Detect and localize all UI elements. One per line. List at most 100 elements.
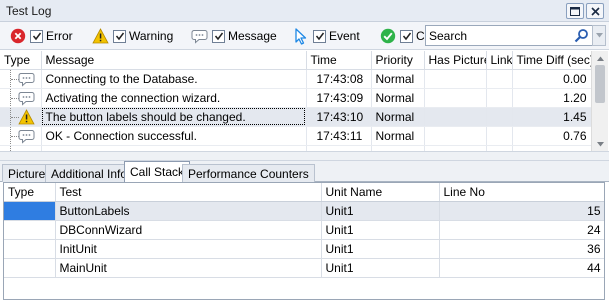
log-priority: Normal <box>371 69 425 89</box>
message-icon <box>191 28 208 45</box>
log-grid: Type Message Time Priority Has Picture L… <box>0 51 591 151</box>
column-header-type[interactable]: Type <box>4 183 56 202</box>
log-row[interactable]: Activating the connection wizard. 17:43:… <box>0 88 591 108</box>
call-stack-header-row: Type Test Unit Name Line No <box>4 183 604 202</box>
close-button[interactable] <box>586 3 604 19</box>
warning-icon <box>18 109 35 126</box>
call-stack-type <box>4 201 56 221</box>
tab-picture[interactable]: Picture <box>2 164 52 182</box>
scrollbar-thumb[interactable] <box>595 65 605 103</box>
maximize-icon <box>570 6 580 16</box>
event-checkbox[interactable] <box>313 29 326 43</box>
log-link <box>486 126 513 146</box>
log-has-picture <box>424 69 487 89</box>
filter-warning[interactable]: Warning <box>92 27 173 45</box>
log-vertical-scrollbar[interactable] <box>591 51 608 151</box>
log-row-selected[interactable]: The button labels should be changed. 17:… <box>0 107 591 127</box>
search-input[interactable] <box>429 28 569 43</box>
call-stack-test: ButtonLabels <box>55 201 322 221</box>
log-link <box>486 107 513 127</box>
call-stack-test: DBConnWizard <box>55 220 322 240</box>
window-title: Test Log <box>6 4 52 18</box>
log-row[interactable]: Connecting to the Database. 17:43:08 Nor… <box>0 69 591 89</box>
checkpoint-checkbox[interactable] <box>400 29 413 43</box>
call-stack-unit: Unit1 <box>321 220 440 240</box>
call-stack-row[interactable]: DBConnWizard Unit1 24 <box>4 220 604 240</box>
call-stack-line: 44 <box>439 258 604 278</box>
log-link <box>486 69 513 89</box>
call-stack-type <box>4 239 56 259</box>
scroll-up-icon[interactable] <box>595 53 605 63</box>
warning-icon <box>92 28 109 45</box>
search-dropdown-button[interactable] <box>592 25 606 46</box>
column-header-time[interactable]: Time <box>306 51 372 70</box>
log-type-cell <box>0 69 42 89</box>
filter-message-label: Message <box>228 29 277 43</box>
log-time: 17:43:09 <box>306 88 372 108</box>
call-stack-unit: Unit1 <box>321 239 440 259</box>
log-has-picture <box>424 107 487 127</box>
log-time: 17:43:08 <box>306 69 372 89</box>
tab-call-stack[interactable]: Call Stack <box>124 161 191 183</box>
call-stack-type <box>4 220 56 240</box>
call-stack-unit: Unit1 <box>321 201 440 221</box>
checkpoint-icon <box>379 28 396 45</box>
log-time-diff: 0.00 <box>512 69 591 89</box>
log-has-picture <box>424 88 487 108</box>
filter-message[interactable]: Message <box>191 27 277 45</box>
filter-event[interactable]: Event <box>292 27 360 45</box>
filter-checkpoint[interactable]: C <box>379 27 425 45</box>
column-header-line-no[interactable]: Line No <box>439 183 604 202</box>
filter-error-label: Error <box>46 29 73 43</box>
log-message: The button labels should be changed. <box>41 107 307 127</box>
filter-error[interactable]: Error <box>9 27 73 45</box>
tab-performance-counters[interactable]: Performance Counters <box>182 164 315 182</box>
call-stack-unit: Unit1 <box>321 258 440 278</box>
call-stack-row-selected[interactable]: ButtonLabels Unit1 15 <box>4 201 604 221</box>
log-message: Connecting to the Database. <box>41 69 307 89</box>
call-stack-test: InitUnit <box>55 239 322 259</box>
log-type-cell <box>0 126 42 146</box>
log-link <box>486 88 513 108</box>
call-stack-line: 24 <box>439 220 604 240</box>
filter-checkpoint-label: C <box>416 29 425 43</box>
panel-splitter[interactable] <box>0 151 609 161</box>
column-header-has-picture[interactable]: Has Picture <box>424 51 487 70</box>
column-header-test[interactable]: Test <box>55 183 322 202</box>
log-time: 17:43:10 <box>306 107 372 127</box>
log-time: 17:43:11 <box>306 126 372 146</box>
close-icon <box>590 6 600 16</box>
log-type-cell <box>0 88 42 108</box>
column-header-unit-name[interactable]: Unit Name <box>321 183 440 202</box>
filter-event-label: Event <box>329 29 360 43</box>
log-time-diff: 1.20 <box>512 88 591 108</box>
warning-checkbox[interactable] <box>113 29 126 43</box>
column-header-time-diff[interactable]: Time Diff (sec) <box>512 51 591 70</box>
search-icon[interactable] <box>574 28 589 43</box>
error-checkbox[interactable] <box>30 29 43 43</box>
call-stack-line: 36 <box>439 239 604 259</box>
maximize-button[interactable] <box>566 3 584 19</box>
title-bar: Test Log <box>0 0 609 22</box>
column-header-type[interactable]: Type <box>0 51 42 70</box>
call-stack-row[interactable]: InitUnit Unit1 36 <box>4 239 604 259</box>
filter-warning-label: Warning <box>129 29 174 43</box>
chevron-down-icon <box>595 33 603 38</box>
tab-additional-info[interactable]: Additional Info <box>45 164 134 182</box>
message-icon <box>18 71 35 88</box>
column-header-message[interactable]: Message <box>41 51 307 70</box>
call-stack-row[interactable]: MainUnit Unit1 44 <box>4 258 604 278</box>
log-priority: Normal <box>371 107 425 127</box>
log-priority: Normal <box>371 126 425 146</box>
column-header-link[interactable]: Link <box>486 51 513 70</box>
message-checkbox[interactable] <box>212 29 225 43</box>
log-type-cell <box>0 107 42 127</box>
detail-tab-strip: Picture Additional Info Call Stack Perfo… <box>0 161 609 183</box>
call-stack-type <box>4 258 56 278</box>
column-header-priority[interactable]: Priority <box>371 51 425 70</box>
message-icon <box>18 128 35 145</box>
search-box <box>425 25 593 46</box>
log-row[interactable]: OK - Connection successful. 17:43:11 Nor… <box>0 126 591 146</box>
scroll-down-icon[interactable] <box>595 139 605 149</box>
call-stack-test: MainUnit <box>55 258 322 278</box>
